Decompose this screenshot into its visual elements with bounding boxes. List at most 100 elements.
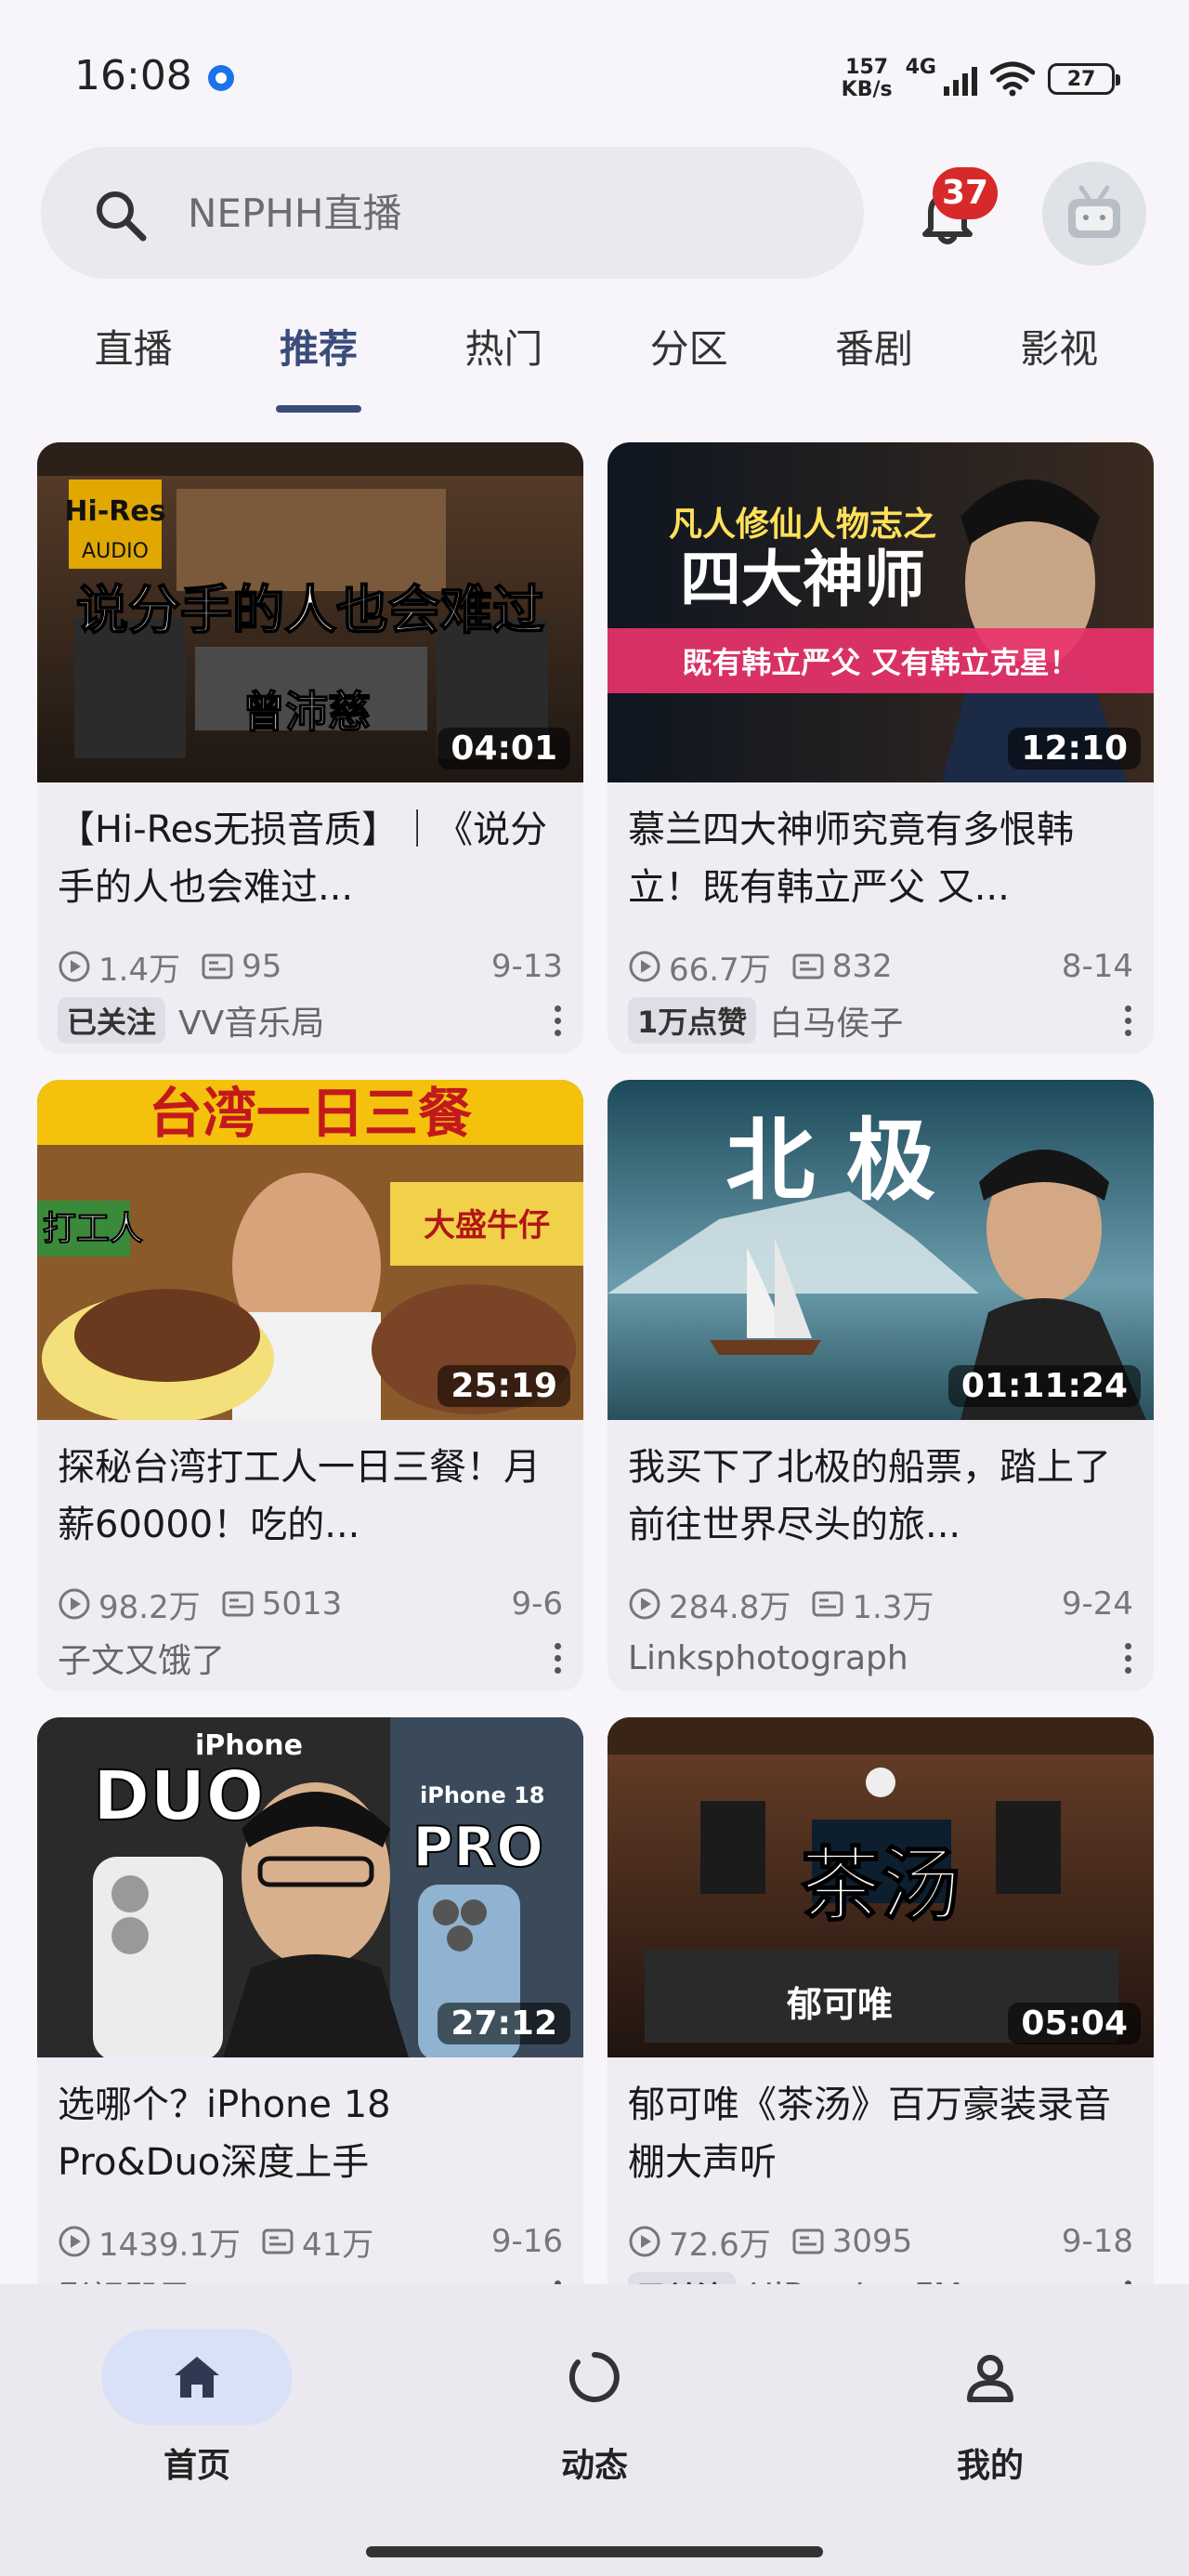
danmaku-icon [262,2228,294,2254]
upload-date: 9-16 [490,2223,563,2260]
tab-movies[interactable]: 影视 [967,316,1152,409]
video-stats: 1439.1万 41万 9-16 [58,2219,563,2264]
thumb-text: 既有韩立严父 又有韩立克星！ [682,645,1078,680]
video-meta: 已关注 VV音乐局 [58,996,567,1045]
danmaku-value: 1.3万 [852,1588,934,1626]
battery-icon: 27 [1048,63,1120,95]
gesture-handle[interactable] [366,2546,823,2557]
danmaku-count: 3095 [791,2223,912,2260]
thumb-text: 北 极 [725,1108,934,1213]
author-name[interactable]: 子文又饿了 [58,1634,225,1682]
thumb-text: 四大神师 [680,544,925,615]
video-card[interactable]: 凡人修仙人物志之 四大神师 既有韩立严父 又有韩立克星！ 12:10 慕兰四大神… [608,442,1154,1054]
thumb-text: 说分手的人也会难过 [76,581,544,641]
thumb-text: 茶汤 [801,1838,960,1932]
danmaku-icon [202,953,233,979]
status-icons: 157 KB/s 4G 27 [842,56,1120,102]
author-name[interactable]: 白马侯子 [769,996,903,1045]
play-count-icon [629,951,660,982]
video-thumbnail: 凡人修仙人物志之 四大神师 既有韩立严父 又有韩立克星！ 12:10 [608,442,1154,782]
play-count-icon [59,2226,90,2257]
video-duration: 25:19 [438,1365,570,1407]
video-stats: 1.4万 95 9-13 [58,944,563,989]
upload-date: 9-24 [1061,1585,1133,1623]
video-thumbnail: 台湾一日三餐 打工人 大盛牛仔 25:19 [37,1080,583,1420]
danmaku-icon [792,953,824,979]
play-count-icon [629,1588,660,1620]
thumb-text: 曾沛慈 [242,687,371,737]
tab-anime[interactable]: 番剧 [781,316,966,409]
danmaku-icon [222,1591,254,1617]
video-meta: 1万点赞 白马侯子 [628,996,1137,1045]
author-name[interactable]: VV音乐局 [178,996,324,1045]
video-card[interactable]: iPhone DUO iPhone 18 PRO 27:12 选哪个？iPhon… [37,1717,583,2329]
view-count: 66.7万 [669,951,771,989]
video-stats: 98.2万 5013 9-6 [58,1582,563,1626]
play-count: 284.8万 [628,1582,790,1627]
search-placeholder: NEPHH直播 [188,191,402,236]
tab-recommend[interactable]: 推荐 [226,316,411,413]
nav-profile-label: 我的 [956,2447,1024,2485]
tv-mascot-icon [1068,185,1120,238]
notification-badge: 37 [933,167,998,219]
more-options-icon[interactable] [1119,1005,1137,1036]
profile-icon [967,2355,1013,2402]
nav-activity-label: 动态 [560,2447,628,2485]
activity-icon [568,2352,620,2402]
more-options-icon[interactable] [549,1642,567,1674]
video-card[interactable]: 北 极 01:11:24 我买下了北极的船票，踏上了前往世界尽头的旅... 28… [608,1080,1154,1691]
video-card[interactable]: 茶汤 郁可唯 05:04 郁可唯《茶汤》百万豪装录音棚大声听 72.6万 309… [608,1717,1154,2329]
nav-activity[interactable]: 动态 [492,2329,697,2487]
thumb-text: 台湾一日三餐 [149,1082,472,1145]
danmaku-count: 41万 [261,2219,373,2265]
nav-home[interactable]: 首页 [95,2329,299,2487]
play-count: 1.4万 [58,944,180,990]
search-icon [97,191,147,242]
thumb-text: DUO [93,1756,264,1836]
bottom-navigation: 首页 动态 我的 [0,2284,1189,2576]
status-badge: 1万点赞 [628,997,757,1044]
network-type: 4G [905,56,936,79]
video-stats: 66.7万 832 8-14 [628,944,1133,989]
author-name[interactable]: Linksphotograph [628,1639,908,1677]
location-indicator-icon [208,65,234,91]
more-options-icon[interactable] [549,1005,567,1036]
network-speed-value: 157 [845,56,889,79]
network-speed: 157 KB/s [842,57,893,101]
thumb-text: AUDIO [82,540,149,563]
video-duration: 27:12 [438,2003,570,2044]
video-card[interactable]: 台湾一日三餐 打工人 大盛牛仔 25:19 探秘台湾打工人一日三餐！月薪6000… [37,1080,583,1691]
avatar[interactable] [1042,162,1146,266]
tab-categories[interactable]: 分区 [596,316,781,409]
danmaku-count: 5013 [221,1585,342,1623]
upload-date: 9-13 [490,948,563,985]
upload-date: 8-14 [1061,948,1133,985]
nav-profile[interactable]: 我的 [888,2329,1092,2487]
category-tabs: 直播 推荐 热门 分区 番剧 影视 [41,316,1152,413]
nav-home-indicator [101,2329,293,2425]
nav-home-label: 首页 [163,2447,230,2485]
video-title: 【Hi-Res无损音质】｜《说分手的人也会难过... [58,808,548,909]
nav-profile-pill [895,2329,1086,2425]
search-bar[interactable]: NEPHH直播 [41,147,864,279]
video-meta: Linksphotograph [628,1634,1137,1682]
play-count-icon [59,951,90,982]
video-card[interactable]: Hi-Res AUDIO 说分手的人也会难过 曾沛慈 04:01 【Hi-Res… [37,442,583,1054]
view-count: 284.8万 [669,1588,791,1626]
play-count-icon [629,2226,660,2257]
tab-hot[interactable]: 热门 [412,316,596,409]
more-options-icon[interactable] [1119,1642,1137,1674]
tab-live[interactable]: 直播 [41,316,226,409]
nav-activity-pill [499,2329,690,2425]
view-count: 1439.1万 [98,2226,241,2264]
video-title: 探秘台湾打工人一日三餐！月薪60000！吃的... [58,1446,541,1546]
video-feed: Hi-Res AUDIO 说分手的人也会难过 曾沛慈 04:01 【Hi-Res… [37,442,1154,2329]
thumb-text: 打工人 [43,1210,143,1248]
thumb-text: 郁可唯 [786,1983,893,2025]
thumb-text: PRO [412,1815,543,1880]
view-count: 72.6万 [669,2226,771,2264]
play-count: 98.2万 [58,1582,201,1627]
danmaku-count: 1.3万 [811,1582,934,1627]
upload-date: 9-6 [511,1585,563,1623]
danmaku-icon [812,1591,843,1617]
